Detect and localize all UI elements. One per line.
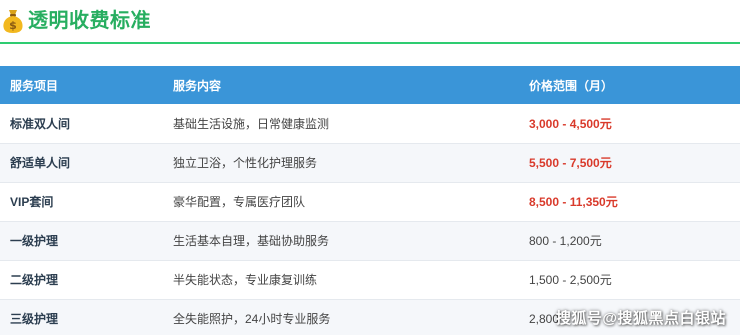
section-header: $ 透明收费标准 — [0, 0, 740, 44]
service-item: 三级护理 — [10, 312, 59, 326]
fee-standard-page: $ 透明收费标准 服务项目 服务内容 价格范围（月） 标准双人间 基础生活设施，… — [0, 0, 740, 335]
column-header-content: 服务内容 — [173, 78, 222, 93]
service-item: 舒适单人间 — [10, 156, 71, 170]
service-item: 一级护理 — [10, 234, 59, 248]
column-header-item: 服务项目 — [10, 78, 59, 93]
service-content: 豪华配置，专属医疗团队 — [173, 195, 306, 209]
table-row: 二级护理 半失能状态，专业康复训练 1,500 - 2,500元 — [0, 260, 740, 299]
service-item: 标准双人间 — [10, 116, 71, 131]
fee-table-container: 服务项目 服务内容 价格范围（月） 标准双人间 基础生活设施，日常健康监测 3,… — [0, 66, 740, 335]
price-range: 3,000 - 4,500元 — [529, 116, 612, 131]
table-row: 标准双人间 基础生活设施，日常健康监测 3,000 - 4,500元 — [0, 104, 740, 143]
watermark: 搜狐号@搜狐黑点白银站 — [555, 310, 726, 327]
table-body: 标准双人间 基础生活设施，日常健康监测 3,000 - 4,500元 舒适单人间… — [0, 104, 740, 335]
service-content: 全失能照护，24小时专业服务 — [173, 312, 331, 326]
page-title: 透明收费标准 — [28, 10, 151, 32]
table-header: 服务项目 服务内容 价格范围（月） — [0, 66, 740, 104]
column-header-price: 价格范围（月） — [529, 78, 614, 93]
table-row: 舒适单人间 独立卫浴，个性化护理服务 5,500 - 7,500元 — [0, 143, 740, 182]
svg-text:$: $ — [9, 19, 17, 32]
table-row: 一级护理 生活基本自理，基础协助服务 800 - 1,200元 — [0, 221, 740, 260]
service-content: 半失能状态，专业康复训练 — [173, 273, 318, 287]
money-bag-icon: $ — [2, 8, 24, 34]
price-range: 800 - 1,200元 — [529, 234, 602, 248]
service-content: 生活基本自理，基础协助服务 — [173, 234, 330, 248]
service-content: 独立卫浴，个性化护理服务 — [173, 156, 318, 170]
price-range: 8,500 - 11,350元 — [529, 195, 618, 209]
service-content: 基础生活设施，日常健康监测 — [173, 116, 330, 131]
price-range: 1,500 - 2,500元 — [529, 273, 612, 287]
table-row: VIP套间 豪华配置，专属医疗团队 8,500 - 11,350元 — [0, 182, 740, 221]
price-range: 5,500 - 7,500元 — [529, 156, 612, 170]
table-header-row: 服务项目 服务内容 价格范围（月） — [0, 66, 740, 104]
service-item: VIP套间 — [10, 195, 54, 209]
service-item: 二级护理 — [10, 273, 59, 287]
fee-table: 服务项目 服务内容 价格范围（月） 标准双人间 基础生活设施，日常健康监测 3,… — [0, 66, 740, 335]
